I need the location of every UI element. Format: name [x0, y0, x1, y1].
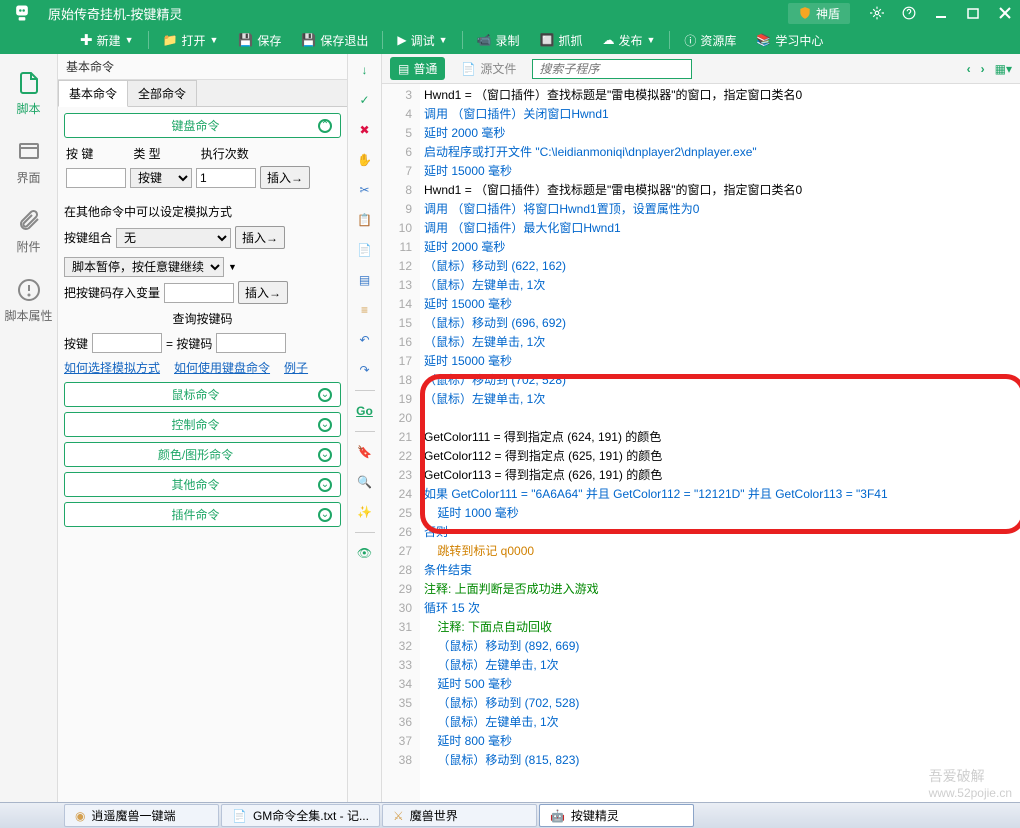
command-panel: 基本命令 基本命令 全部命令 键盘命令⌃ 按 键类 型执行次数 按键 插入→ 在… — [58, 54, 348, 802]
paste-icon[interactable]: 📄 — [355, 240, 375, 260]
main-toolbar: ✚新建▼ 📁打开▼ 💾保存 💾保存退出 ▶调试▼ 📹录制 🔲抓抓 ☁发布▼ ⓘ资… — [0, 26, 1020, 54]
redo-icon[interactable]: ↷ — [355, 360, 375, 380]
mode-normal[interactable]: ▤普通 — [390, 57, 445, 80]
exec-count-input[interactable] — [196, 168, 256, 188]
chevron-down-icon: ⌄ — [318, 448, 332, 462]
close-icon[interactable] — [998, 6, 1012, 20]
settings-icon[interactable] — [870, 6, 884, 20]
search-icon[interactable]: 🔍 — [355, 472, 375, 492]
chevron-down-icon: ⌄ — [318, 418, 332, 432]
debug-button[interactable]: ▶调试▼ — [387, 32, 457, 49]
query-code-input[interactable] — [216, 333, 286, 353]
taskbar: ◉逍遥魔兽一键端 📄GM命令全集.txt - 记... ⚔魔兽世界 🤖按键精灵 — [0, 802, 1020, 828]
acc-color[interactable]: 颜色/图形命令⌄ — [64, 442, 341, 467]
help-icon[interactable] — [902, 6, 916, 20]
eye-icon[interactable]: 👁 — [355, 543, 375, 563]
grid-icon[interactable]: ▦▾ — [995, 62, 1012, 76]
new-button[interactable]: ✚新建▼ — [70, 31, 144, 49]
copy-icon[interactable]: 📋 — [355, 210, 375, 230]
acc-plugin[interactable]: 插件命令⌄ — [64, 502, 341, 527]
acc-other[interactable]: 其他命令⌄ — [64, 472, 341, 497]
chevron-down-icon: ⌄ — [318, 478, 332, 492]
grab-button[interactable]: 🔲抓抓 — [529, 32, 592, 49]
save-button[interactable]: 💾保存 — [228, 32, 291, 49]
acc-keyboard[interactable]: 键盘命令⌃ — [64, 113, 341, 138]
vertical-toolbar: ↓ ✓ ✖ ✋ ✂ 📋 📄 ▤ ≡ ↶ ↷ Go 🔖 🔍 ✨ 👁 — [348, 54, 382, 802]
record-button[interactable]: 📹录制 — [467, 32, 530, 49]
code-editor[interactable]: 3456789101112131415161718192021222324252… — [382, 84, 1020, 802]
rail-script[interactable]: 脚本 — [0, 66, 57, 121]
search-input[interactable] — [532, 59, 692, 79]
watermark: 吾爱破解www.52pojie.cn — [929, 766, 1012, 800]
open-button[interactable]: 📁打开▼ — [153, 32, 229, 49]
hand-icon[interactable]: ✋ — [355, 150, 375, 170]
insert-btn-1[interactable]: 插入→ — [260, 166, 310, 189]
query-key-input[interactable] — [92, 333, 162, 353]
chevron-down-icon: ⌄ — [318, 388, 332, 402]
chevron-up-icon: ⌃ — [318, 119, 332, 133]
tab-all[interactable]: 全部命令 — [127, 80, 197, 106]
app-logo-icon — [8, 3, 36, 23]
type-select[interactable]: 按键 — [130, 168, 192, 188]
publish-button[interactable]: ☁发布▼ — [592, 32, 665, 49]
shield-button[interactable]: 神盾 — [788, 3, 850, 24]
combo-select[interactable]: 无 — [116, 228, 231, 248]
cut-icon[interactable]: ✂ — [355, 180, 375, 200]
acc-ctrl[interactable]: 控制命令⌄ — [64, 412, 341, 437]
indent-icon[interactable]: ≡ — [355, 300, 375, 320]
go-icon[interactable]: Go — [355, 401, 375, 421]
undo-icon[interactable]: ↶ — [355, 330, 375, 350]
acc-mouse[interactable]: 鼠标命令⌄ — [64, 382, 341, 407]
delete-icon[interactable]: ✖ — [355, 120, 375, 140]
mode-source[interactable]: 📄源文件 — [453, 57, 524, 80]
rec-point-icon[interactable]: ✓ — [355, 90, 375, 110]
format-icon[interactable]: ▤ — [355, 270, 375, 290]
store-input[interactable] — [164, 283, 234, 303]
panel-header: 基本命令 — [58, 54, 347, 80]
tab-basic[interactable]: 基本命令 — [58, 80, 128, 107]
task-3[interactable]: ⚔魔兽世界 — [382, 804, 537, 827]
save-exit-button[interactable]: 💾保存退出 — [291, 32, 378, 49]
insert-btn-2[interactable]: 插入→ — [235, 226, 285, 249]
window-title: 原始传奇挂机-按键精灵 — [48, 4, 788, 23]
nav-next-icon[interactable]: › — [981, 62, 985, 76]
rail-ui[interactable]: 界面 — [0, 135, 57, 190]
rail-attach[interactable]: 附件 — [0, 204, 57, 259]
arrow-down-icon[interactable]: ↓ — [355, 60, 375, 80]
left-rail: 脚本 界面 附件 脚本属性 — [0, 54, 58, 802]
bookmark-icon[interactable]: 🔖 — [355, 442, 375, 462]
maximize-icon[interactable] — [966, 6, 980, 20]
rail-prop[interactable]: 脚本属性 — [0, 273, 57, 328]
minimize-icon[interactable] — [934, 6, 948, 20]
link-ex[interactable]: 例子 — [284, 359, 308, 376]
chevron-down-icon: ⌄ — [318, 508, 332, 522]
pause-select[interactable]: 脚本暂停，按任意键继续 — [64, 257, 224, 277]
task-4[interactable]: 🤖按键精灵 — [539, 804, 694, 827]
resource-button[interactable]: ⓘ资源库 — [674, 32, 746, 49]
insert-btn-3[interactable]: 插入→ — [238, 281, 288, 304]
task-1[interactable]: ◉逍遥魔兽一键端 — [64, 804, 219, 827]
nav-prev-icon[interactable]: ‹ — [967, 62, 971, 76]
learn-button[interactable]: 📚学习中心 — [746, 32, 833, 49]
link-kbd[interactable]: 如何使用键盘命令 — [174, 359, 270, 376]
link-sim[interactable]: 如何选择模拟方式 — [64, 359, 160, 376]
task-2[interactable]: 📄GM命令全集.txt - 记... — [221, 804, 380, 827]
key-input[interactable] — [66, 168, 126, 188]
title-bar: 原始传奇挂机-按键精灵 神盾 — [0, 0, 1020, 26]
wand-icon[interactable]: ✨ — [355, 502, 375, 522]
